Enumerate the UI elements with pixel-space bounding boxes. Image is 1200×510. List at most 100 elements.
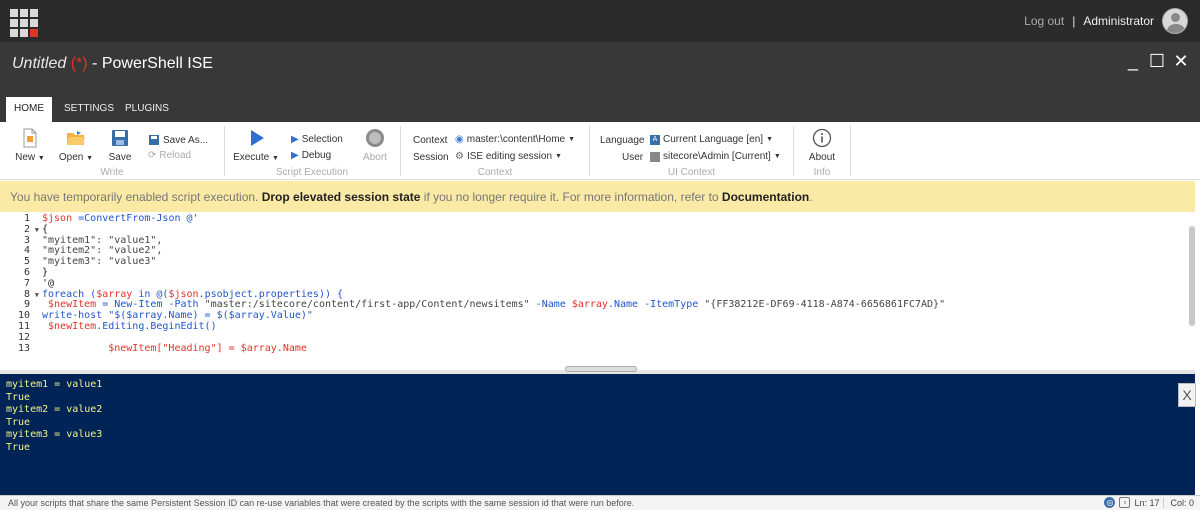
ui-context-group-label: UI Context: [667, 167, 716, 178]
elevation-banner: You have temporarily enabled script exec…: [0, 181, 1195, 212]
about-label: About: [808, 152, 836, 163]
debug-button[interactable]: ▶ Debug: [291, 150, 331, 161]
execute-label: Execute: [233, 152, 270, 163]
title-bar: Untitled (*) - PowerShell ISE _ ☐ ✕: [0, 42, 1200, 87]
app-name: - PowerShell ISE: [87, 55, 213, 72]
execute-button[interactable]: Execute ▼: [231, 128, 281, 163]
selection-label: Selection: [301, 134, 343, 145]
reload-button[interactable]: ⟳ Reload: [148, 150, 191, 161]
avatar[interactable]: [1162, 8, 1188, 34]
user-name[interactable]: Administrator: [1083, 14, 1154, 28]
documentation-link[interactable]: Documentation: [722, 190, 809, 204]
script-execution-group: Execute ▼ ▶ Selection ▶ Debug Abort Scri…: [225, 122, 399, 180]
status-right: ◎ ▫ Ln: 17 Col: 0: [1104, 497, 1194, 508]
info-group: About Info: [794, 122, 850, 180]
window-icon[interactable]: ▫: [1119, 497, 1131, 508]
context-label: Context: [413, 135, 448, 146]
chevron-down-icon: ▼: [86, 155, 94, 162]
editor-scrollbar[interactable]: [1189, 226, 1195, 326]
abort-label: Abort: [363, 152, 387, 163]
tab-settings[interactable]: SETTINGS: [56, 97, 122, 122]
close-console-button[interactable]: X: [1178, 383, 1196, 407]
open-label: Open: [58, 152, 84, 163]
fold-toggle-icon[interactable]: ▼: [35, 290, 39, 301]
info-group-label: Info: [813, 167, 831, 178]
line-number: 5: [23, 256, 30, 268]
tab-home[interactable]: HOME: [6, 97, 52, 122]
banner-middle: if you no longer require it. For more in…: [420, 190, 722, 204]
output-console[interactable]: myitem1 = value1 True myitem2 = value2 T…: [0, 374, 1195, 495]
session-value: ISE editing session: [466, 151, 553, 162]
new-button[interactable]: New ▼: [10, 128, 50, 163]
console-line: True: [6, 391, 31, 403]
chevron-down-icon: ▼: [555, 153, 562, 160]
write-group: New ▼ Open ▼ Save Save As... ⟳ Reload Wr…: [0, 122, 224, 180]
user-label: User: [622, 152, 644, 163]
column-indicator: Col: 0: [1163, 497, 1194, 508]
console-line: True: [6, 441, 31, 453]
close-button[interactable]: ✕: [1172, 51, 1190, 72]
line-indicator: Ln: 17: [1134, 497, 1160, 508]
maximize-button[interactable]: ☐: [1148, 51, 1166, 72]
new-file-icon: [23, 128, 37, 148]
language-dropdown[interactable]: A Current Language [en] ▼: [650, 134, 773, 145]
window-title: Untitled (*) - PowerShell ISE: [12, 55, 213, 73]
app-launcher-icon[interactable]: [10, 9, 38, 37]
status-bar: All your scripts that share the same Per…: [0, 495, 1200, 510]
save-label: Save: [108, 152, 132, 163]
line-number: 1: [23, 213, 30, 224]
document-name: Untitled: [12, 55, 67, 72]
line-number: 13: [17, 342, 30, 354]
code-area[interactable]: $json =ConvertFrom-Json @' { "myitem1": …: [42, 213, 1187, 354]
splitter-handle[interactable]: [565, 366, 637, 372]
user-area: Log out | Administrator: [1024, 8, 1188, 34]
about-button[interactable]: About: [802, 128, 842, 163]
open-folder-icon: [67, 131, 85, 145]
console-line: myitem3 = value3: [6, 429, 103, 440]
ui-context-group: Language A Current Language [en] ▼ User …: [590, 122, 793, 180]
banner-prefix: You have temporarily enabled script exec…: [10, 190, 262, 204]
top-bar: Log out | Administrator: [0, 0, 1200, 42]
console-line: myitem2 = value2: [6, 404, 103, 415]
fold-toggle-icon[interactable]: ▼: [35, 225, 39, 236]
save-button[interactable]: Save: [100, 128, 140, 163]
context-value: master:\content\Home: [466, 134, 566, 145]
abort-button[interactable]: Abort: [355, 128, 395, 163]
stop-icon: [366, 129, 384, 147]
ribbon: New ▼ Open ▼ Save Save As... ⟳ Reload Wr…: [0, 122, 1200, 180]
ribbon-tabs: HOME SETTINGS PLUGINS: [0, 87, 1200, 122]
logout-link[interactable]: Log out: [1024, 14, 1064, 28]
open-button[interactable]: Open ▼: [56, 128, 96, 163]
play-selection-icon: ▶: [291, 134, 299, 145]
save-as-icon: [149, 135, 159, 145]
context-group: Context ◉ master:\content\Home ▼ Session…: [401, 122, 589, 180]
save-as-button[interactable]: Save As...: [148, 134, 208, 146]
selection-button[interactable]: ▶ Selection: [291, 134, 343, 145]
line-number: 4: [23, 245, 30, 257]
code-line: }: [42, 266, 49, 278]
play-icon: [251, 130, 264, 146]
status-message: All your scripts that share the same Per…: [8, 498, 635, 508]
save-as-label: Save As...: [163, 134, 209, 146]
session-dropdown[interactable]: ⚙ ISE editing session ▼: [455, 151, 562, 162]
console-line: myitem1 = value1: [6, 379, 103, 390]
drop-session-link[interactable]: Drop elevated session state: [262, 190, 421, 204]
script-editor[interactable]: 1 2 ▼ 3 4 5 6 7 8 ▼ 9 10 11 12 13 $json =C…: [0, 212, 1195, 370]
chevron-down-icon: ▼: [271, 155, 279, 162]
user-icon: [650, 151, 660, 162]
sitecore-icon[interactable]: ◎: [1104, 497, 1116, 508]
tab-plugins[interactable]: PLUGINS: [117, 97, 177, 122]
user-dropdown[interactable]: sitecore\Admin [Current] ▼: [650, 151, 781, 162]
context-dropdown[interactable]: ◉ master:\content\Home ▼: [455, 134, 575, 145]
chevron-down-icon: ▼: [773, 153, 781, 160]
line-number-gutter: 1 2 ▼ 3 4 5 6 7 8 ▼ 9 10 11 12 13: [0, 213, 42, 354]
debug-icon: ▶: [291, 150, 299, 161]
code-line: $newItem["Heading"] = $array.Name: [42, 342, 307, 354]
new-label: New: [15, 152, 36, 163]
line-number: 2 ▼: [23, 223, 39, 236]
context-group-label: Context: [477, 167, 513, 178]
language-label: Language: [600, 135, 645, 146]
save-icon: [112, 130, 128, 146]
minimize-button[interactable]: _: [1124, 51, 1142, 72]
